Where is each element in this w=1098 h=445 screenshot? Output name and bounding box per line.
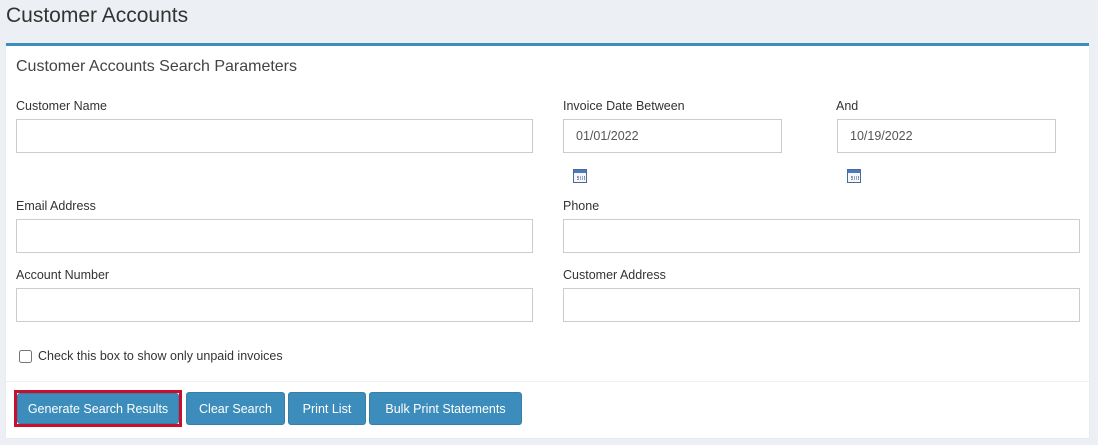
invoice-date-start-label: Invoice Date Between — [563, 99, 685, 113]
account-number-input[interactable] — [16, 288, 533, 322]
email-label: Email Address — [16, 199, 96, 213]
invoice-date-end-input[interactable] — [837, 119, 1056, 153]
customer-address-label: Customer Address — [563, 268, 666, 282]
unpaid-only-row: Check this box to show only unpaid invoi… — [19, 347, 283, 365]
panel-footer: Generate Search Results Clear Search Pri… — [6, 381, 1089, 438]
generate-search-results-button[interactable]: Generate Search Results — [17, 393, 179, 424]
phone-label: Phone — [563, 199, 600, 213]
customer-name-label: Customer Name — [16, 99, 107, 113]
unpaid-only-checkbox[interactable] — [19, 349, 32, 363]
email-input[interactable] — [16, 219, 533, 253]
account-number-label: Account Number — [16, 268, 110, 282]
invoice-date-start-input[interactable] — [563, 119, 782, 153]
unpaid-only-label: Check this box to show only unpaid invoi… — [38, 349, 283, 363]
page-title: Customer Accounts — [6, 4, 189, 27]
print-list-button[interactable]: Print List — [288, 392, 366, 425]
customer-address-input[interactable] — [563, 288, 1080, 322]
search-parameters-panel: Customer Accounts Search Parameters Cust… — [6, 43, 1089, 438]
customer-name-input[interactable] — [16, 119, 533, 153]
calendar-icon[interactable] — [573, 169, 587, 183]
bulk-print-statements-button[interactable]: Bulk Print Statements — [369, 392, 522, 425]
calendar-icon[interactable] — [847, 169, 861, 183]
panel-header: Customer Accounts Search Parameters — [16, 58, 298, 75]
phone-input[interactable] — [563, 219, 1080, 253]
clear-search-button[interactable]: Clear Search — [186, 392, 285, 425]
invoice-date-end-label: And — [836, 99, 859, 113]
